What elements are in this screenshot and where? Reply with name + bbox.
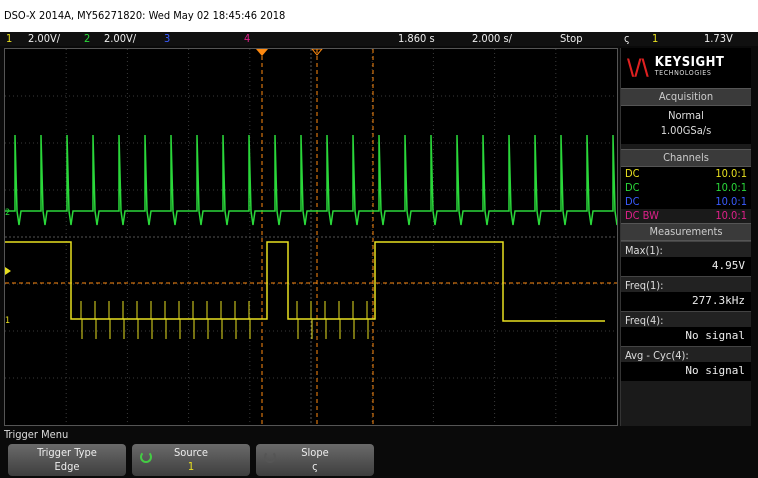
trigger-level[interactable]: 1.73V — [704, 32, 733, 46]
side-panel: \/\ KEYSIGHT TECHNOLOGIES Acquisition No… — [620, 48, 751, 426]
softkey-label: Trigger Type — [37, 446, 97, 459]
softkey-value: ς — [312, 460, 318, 473]
channel-row: DC 10.0:1 — [621, 181, 751, 195]
channel-probe: 10.0:1 — [715, 195, 747, 208]
time-scale[interactable]: 2.000 s/ — [472, 32, 512, 46]
channels-header[interactable]: Channels — [621, 149, 751, 167]
measurement-value: 4.95V — [711, 259, 745, 272]
ch1-noise — [80, 301, 369, 339]
measurement-label[interactable]: Freq(1): — [621, 276, 751, 292]
slope-softkey[interactable]: Slope ς — [256, 444, 374, 476]
channel-row: DC BW 10.0:1 — [621, 209, 751, 223]
rotate-knob-icon — [140, 451, 152, 463]
measurement-value: No signal — [685, 364, 745, 377]
channel-probe: 10.0:1 — [715, 209, 747, 222]
channel-coupling: DC — [625, 195, 640, 208]
channel-coupling: DC — [625, 181, 640, 194]
sample-rate: 1.00GSa/s — [660, 124, 712, 137]
softkey-value: 1 — [187, 460, 195, 473]
window-title: DSO-X 2014A, MY56271820: Wed May 02 18:4… — [0, 0, 758, 32]
status-bar: 1 2.00V/ 2 2.00V/ 3 4 1.860 s 2.000 s/ S… — [0, 32, 758, 46]
ch2-number[interactable]: 2 — [84, 32, 90, 46]
measurement-label[interactable]: Avg - Cyc(4): — [621, 346, 751, 362]
trigger-level-marker — [5, 267, 11, 275]
rotate-knob-icon — [264, 451, 276, 463]
ch2-trace — [5, 134, 617, 226]
ch4-number[interactable]: 4 — [244, 32, 250, 46]
measurement-label[interactable]: Max(1): — [621, 241, 751, 257]
keysight-logo: \/\ KEYSIGHT TECHNOLOGIES — [621, 48, 751, 88]
measurement-value: No signal — [685, 329, 745, 342]
channel-probe: 10.0:1 — [715, 167, 747, 180]
trigger-source[interactable]: 1 — [652, 32, 658, 46]
menu-title: Trigger Menu — [4, 428, 69, 441]
ch3-number[interactable]: 3 — [164, 32, 170, 46]
channel-coupling: DC BW — [625, 209, 659, 222]
trigger-slope-icon: ς — [624, 32, 630, 45]
ch1-scale[interactable]: 2.00V/ — [28, 32, 60, 46]
measurements-list: Max(1): 4.95V Freq(1): 277.3kHz Freq(4): No s… — [621, 241, 751, 381]
brand-name: KEYSIGHT — [654, 55, 725, 70]
softkey-value: Edge — [54, 460, 80, 473]
ch1-number[interactable]: 1 — [6, 32, 12, 46]
waveform-display[interactable]: 21 — [4, 48, 618, 426]
source-softkey[interactable]: Source 1 — [132, 444, 250, 476]
measurements-header[interactable]: Measurements — [621, 223, 751, 241]
ch2-scale[interactable]: 2.00V/ — [104, 32, 136, 46]
channel-row: DC 10.0:1 — [621, 167, 751, 181]
ch2-ground-marker: 2 — [5, 208, 10, 218]
measurement-value: 277.3kHz — [692, 294, 745, 307]
channel-coupling: DC — [625, 167, 640, 180]
acquisition-header[interactable]: Acquisition — [621, 88, 751, 106]
acquisition-mode: Normal — [668, 109, 704, 122]
time-reference-icon — [256, 49, 268, 56]
channels-list: DC 10.0:1 DC 10.0:1 DC 10.0:1 DC BW 10.0:1 — [621, 167, 751, 223]
ch1-ground-marker: 1 — [5, 316, 10, 326]
graticule: 21 — [5, 49, 617, 425]
trigger-type-softkey[interactable]: Trigger Type Edge — [8, 444, 126, 476]
channel-row: DC 10.0:1 — [621, 195, 751, 209]
measurement-label[interactable]: Freq(4): — [621, 311, 751, 327]
acquisition-info: Normal 1.00GSa/s — [621, 106, 751, 144]
run-state[interactable]: Stop — [560, 32, 583, 46]
time-position[interactable]: 1.860 s — [398, 32, 435, 46]
keysight-wave-icon: \/\ — [627, 55, 649, 81]
channel-probe: 10.0:1 — [715, 181, 747, 194]
